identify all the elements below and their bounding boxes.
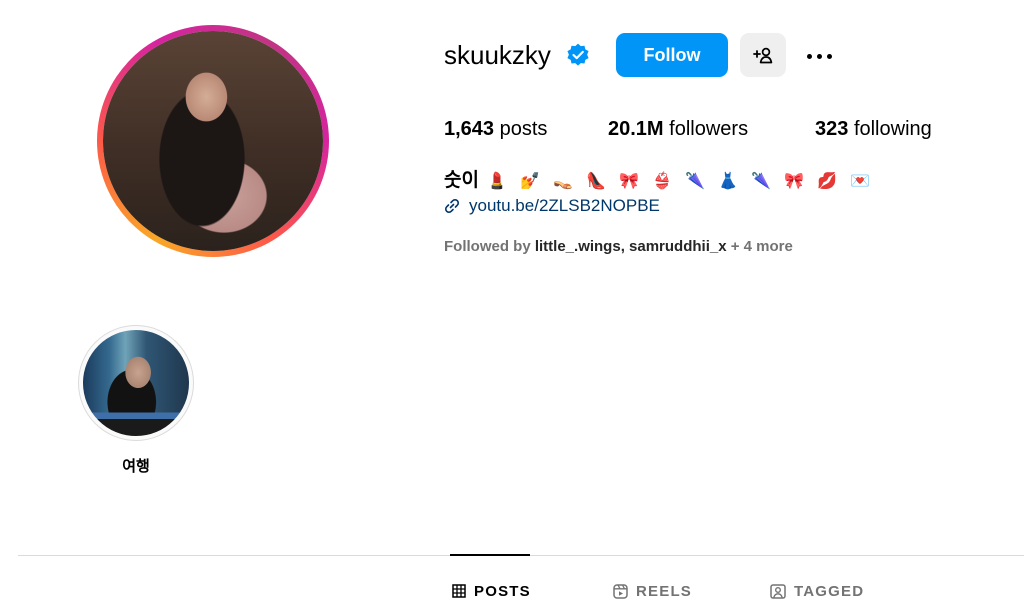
profile-avatar[interactable]	[103, 31, 323, 251]
verified-badge-icon	[567, 43, 589, 66]
tab-reels[interactable]: REELS	[613, 580, 692, 602]
followers-label: followers	[669, 118, 749, 140]
posts-label: posts	[499, 118, 548, 140]
follow-button[interactable]: Follow	[616, 33, 728, 77]
bio-display-name: 숫이	[444, 170, 479, 191]
profile-username: skuukzky	[444, 40, 551, 70]
followed-by-accounts: little_.wings, samruddhii_x	[534, 238, 727, 255]
more-options-button[interactable]	[800, 38, 838, 70]
following-stat[interactable]: 323 following	[815, 116, 932, 142]
followers-count: 20.1M	[608, 118, 664, 140]
tagged-icon	[770, 583, 786, 599]
link-icon	[444, 198, 460, 214]
followed-by-line[interactable]: Followed by little_.wings, samruddhii_x …	[444, 236, 793, 258]
posts-count-stat: 1,643 posts	[444, 116, 547, 142]
tab-tagged-label: TAGGED	[794, 582, 865, 600]
grid-icon	[452, 584, 466, 598]
posts-count: 1,643	[444, 118, 495, 140]
followers-stat[interactable]: 20.1M followers	[608, 116, 748, 142]
tab-reels-label: REELS	[636, 582, 693, 600]
profile-avatar-story-ring[interactable]	[97, 25, 329, 257]
bio-external-link[interactable]: youtu.be/2ZLSB2NOPBE	[444, 194, 660, 218]
more-horizontal-icon	[804, 47, 834, 62]
following-count: 323	[815, 118, 849, 140]
reels-icon	[613, 583, 628, 599]
following-label: following	[853, 118, 932, 140]
story-highlight-cover	[83, 330, 189, 436]
suggested-accounts-button[interactable]	[740, 33, 786, 77]
tab-posts[interactable]: POSTS	[452, 580, 531, 602]
tab-posts-label: POSTS	[474, 582, 531, 600]
bio-emojis: 💄 💅 👡 👠 🎀 👙 🌂 👗 🌂 🎀 💋 💌	[486, 171, 874, 190]
followed-by-more: + 4 more	[730, 238, 793, 255]
followed-by-prefix: Followed by	[444, 238, 531, 255]
add-person-icon	[753, 47, 773, 64]
tab-tagged[interactable]: TAGGED	[770, 580, 864, 602]
story-highlight[interactable]	[78, 325, 194, 441]
story-highlight-label: 여행	[122, 457, 150, 475]
active-tab-indicator	[450, 554, 530, 556]
bio-line: 숫이 💄 💅 👡 👠 🎀 👙 🌂 👗 🌂 🎀 💋 💌	[444, 168, 874, 194]
bio-link-text: youtu.be/2ZLSB2NOPBE	[469, 196, 660, 215]
